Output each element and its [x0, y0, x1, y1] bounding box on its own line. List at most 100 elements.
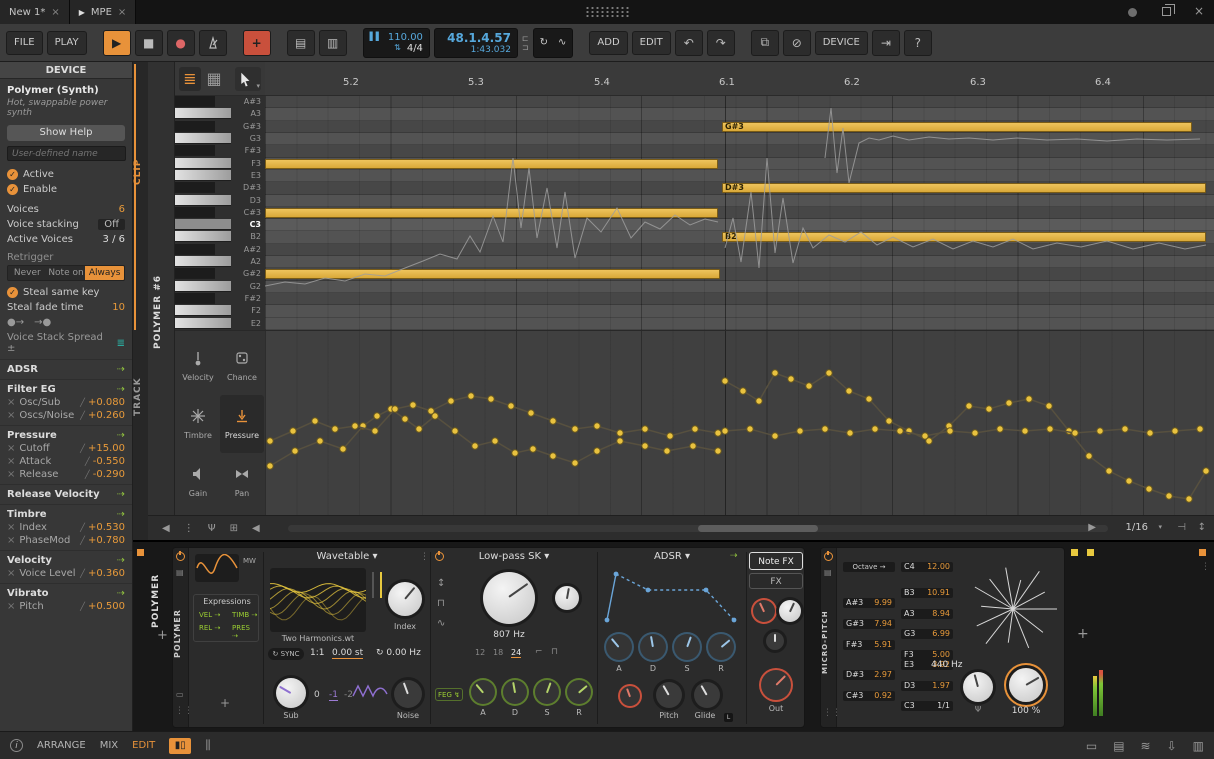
- amount-knob[interactable]: [1009, 668, 1043, 702]
- sub-octave-0[interactable]: 0: [314, 690, 320, 700]
- mono-knob[interactable]: [766, 632, 784, 650]
- pressure-point[interactable]: [1197, 426, 1203, 432]
- pressure-point[interactable]: [986, 406, 992, 412]
- pressure-point[interactable]: [572, 460, 578, 466]
- mod-curve-icon[interactable]: ╱: [85, 470, 90, 479]
- index-knob[interactable]: [388, 582, 422, 616]
- edit-menu-button[interactable]: EDIT: [632, 31, 671, 55]
- add-device-end-button[interactable]: +: [1077, 626, 1089, 642]
- piano-key-F#3[interactable]: F#3: [175, 145, 265, 157]
- device-micro-pitch[interactable]: ▤MICRO-PITCH⋮⋮Octave →C412.00B310.91A#39…: [820, 547, 1065, 728]
- pressure-point[interactable]: [352, 423, 358, 429]
- loop-icon[interactable]: ↻: [540, 37, 548, 48]
- panel-layout-button[interactable]: ▮▯: [169, 738, 191, 754]
- song-time[interactable]: 1:43.032: [471, 45, 511, 55]
- mod-item[interactable]: ×Index╱+0.530: [0, 521, 132, 534]
- envelope-display[interactable]: [604, 568, 740, 624]
- pressure-point[interactable]: [715, 448, 721, 454]
- voice-stack-spread-row[interactable]: Voice Stack Spread ± ≣: [0, 330, 132, 356]
- pressure-point[interactable]: [1046, 403, 1052, 409]
- mini-fader-active[interactable]: [380, 572, 382, 598]
- mod-curve-icon[interactable]: ╱: [80, 569, 85, 578]
- pressure-point[interactable]: [572, 426, 578, 432]
- active-toggle[interactable]: ✓ Active: [0, 167, 132, 182]
- show-help-button[interactable]: Show Help: [7, 125, 125, 141]
- pitch-value[interactable]: 9.99: [874, 598, 892, 608]
- pressure-point[interactable]: [872, 426, 878, 432]
- pressure-point[interactable]: [1006, 400, 1012, 406]
- feg-a-knob[interactable]: [471, 680, 495, 704]
- pitch-cell-A3[interactable]: A38.94: [901, 609, 953, 619]
- note-out-icon[interactable]: →●: [34, 317, 51, 328]
- retrigger-option-always[interactable]: Always: [85, 266, 124, 280]
- keytrack-icon[interactable]: ↕: [437, 578, 445, 589]
- mod-item-value[interactable]: +0.360: [88, 568, 125, 579]
- pressure-point[interactable]: [317, 438, 323, 444]
- pressure-point[interactable]: [267, 438, 273, 444]
- pressure-point[interactable]: [448, 398, 454, 404]
- file-menu-button[interactable]: FILE: [6, 31, 43, 55]
- amount-value[interactable]: 100 %: [1003, 706, 1049, 716]
- pressure-point[interactable]: [1126, 478, 1132, 484]
- pressure-point[interactable]: [1072, 430, 1078, 436]
- ruler-label[interactable]: 5.2: [343, 77, 359, 88]
- ruler-label[interactable]: 6.1: [719, 77, 735, 88]
- env-s-knob[interactable]: [674, 634, 700, 660]
- undo-button[interactable]: ↶: [675, 30, 703, 56]
- mod-item[interactable]: ×Osc/Sub╱+0.080: [0, 396, 132, 409]
- mod-item-value[interactable]: +0.080: [88, 397, 125, 408]
- play-button[interactable]: ▶: [103, 30, 131, 56]
- mpe-knob[interactable]: [963, 672, 993, 702]
- add-modulator-button[interactable]: +: [220, 696, 230, 710]
- mod-route-icon[interactable]: ⇢: [117, 430, 125, 441]
- pitch-cell-C4[interactable]: C412.00: [901, 562, 953, 572]
- pitch-cell-F#3[interactable]: F#35.91: [843, 640, 895, 650]
- pressure-point[interactable]: [410, 402, 416, 408]
- feg-badge[interactable]: FEG ↯: [435, 688, 463, 701]
- pressure-point[interactable]: [772, 370, 778, 376]
- piano-key-D#3[interactable]: D#3: [175, 182, 265, 194]
- pitch-value[interactable]: 1/1: [937, 701, 950, 711]
- mod-curve-icon[interactable]: ╱: [80, 444, 85, 453]
- notes-toggle-icon[interactable]: ▤: [1113, 739, 1124, 753]
- device-title[interactable]: MICRO-PITCH: [821, 584, 837, 700]
- prev-icon[interactable]: ◀: [252, 523, 260, 534]
- pressure-point[interactable]: [772, 433, 778, 439]
- redo-button[interactable]: ↷: [707, 30, 735, 56]
- song-position[interactable]: 48.1.4.57: [447, 31, 511, 45]
- expression-tag-rel[interactable]: REL ⇢: [199, 624, 220, 632]
- mini-fader[interactable]: [372, 572, 374, 598]
- octave-mode-selector[interactable]: Octave →: [843, 562, 895, 572]
- piano-key-B2[interactable]: B2: [175, 231, 265, 243]
- expression-tag-timb[interactable]: TIMB ⇢: [232, 611, 257, 619]
- scrollbar-thumb[interactable]: [698, 525, 818, 532]
- pitch-knob[interactable]: [656, 682, 682, 708]
- track-header-strip[interactable]: POLYMER #6 ≣: [148, 62, 175, 540]
- pitch-cell-G#3[interactable]: G#37.94: [843, 619, 895, 629]
- grid-snap-icon[interactable]: ⊞: [230, 523, 238, 534]
- device-polymer[interactable]: ▤POLYMER▭⋮⋮MWExpressionsVEL ⇢TIMB ⇢REL ⇢…: [172, 547, 805, 728]
- remove-mod-icon[interactable]: ×: [7, 568, 15, 579]
- tab-project[interactable]: New 1* ×: [0, 0, 70, 24]
- expression-graph[interactable]: [265, 330, 1214, 515]
- pitch-value[interactable]: 6.99: [932, 629, 950, 639]
- close-icon[interactable]: ×: [51, 7, 59, 18]
- piano-key-C3[interactable]: C3: [175, 219, 265, 231]
- scroll-right-icon[interactable]: ▶: [1088, 522, 1096, 533]
- pitch-value[interactable]: 7.94: [874, 619, 892, 629]
- piano-key-G#3[interactable]: G#3: [175, 121, 265, 133]
- pressure-point[interactable]: [866, 396, 872, 402]
- mod-route-icon[interactable]: ⇢: [117, 588, 125, 599]
- retrigger-option-never[interactable]: Never: [8, 266, 47, 280]
- chevron-down-icon[interactable]: ▾: [1158, 523, 1162, 531]
- ruler-label[interactable]: 6.4: [1095, 77, 1111, 88]
- pressure-point[interactable]: [550, 418, 556, 424]
- pitch-cell-C3[interactable]: C31/1: [901, 701, 953, 711]
- mod-curve-icon[interactable]: ╱: [80, 411, 85, 420]
- mod-item-value[interactable]: +0.260: [88, 410, 125, 421]
- sub-knob[interactable]: [276, 678, 306, 708]
- mod-item-value[interactable]: +15.00: [88, 443, 125, 454]
- pitch-cell-G3[interactable]: G36.99: [901, 629, 953, 639]
- stop-button[interactable]: ■: [135, 30, 163, 56]
- engine-status-icon[interactable]: [1128, 8, 1137, 17]
